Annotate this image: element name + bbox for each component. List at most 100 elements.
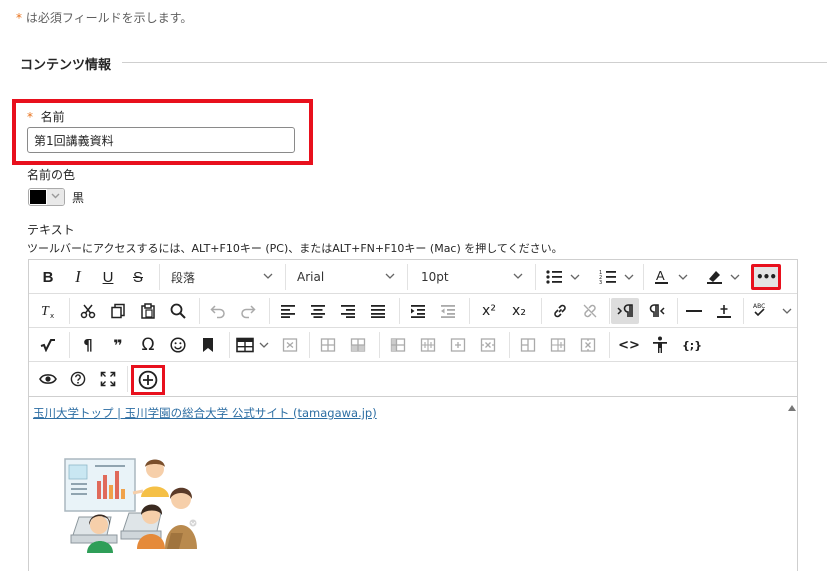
copy-icon	[111, 303, 125, 319]
color-picker[interactable]	[28, 188, 65, 206]
color-swatch	[30, 190, 46, 204]
special-characters-button[interactable]: Ω	[135, 332, 161, 358]
insert-link-button[interactable]	[547, 298, 573, 324]
justify-button[interactable]	[365, 298, 391, 324]
bold-button[interactable]: B	[35, 264, 61, 290]
delete-table-button[interactable]	[277, 332, 303, 358]
preview-button[interactable]	[35, 366, 61, 392]
add-content-button[interactable]	[131, 365, 165, 395]
table-cell-icon	[520, 338, 536, 352]
table-merge-button[interactable]	[545, 332, 571, 358]
table-cell-icon	[550, 338, 566, 352]
outdent-button[interactable]	[435, 298, 461, 324]
right-to-left-icon	[649, 304, 665, 317]
numbered-list-button[interactable]: 123	[595, 264, 639, 290]
text-color-button[interactable]: A	[649, 264, 693, 290]
superscript-button[interactable]: x²	[475, 298, 503, 324]
subscript-button[interactable]: x₂	[505, 298, 533, 324]
highlighter-icon	[707, 271, 740, 284]
table-split-button[interactable]	[515, 332, 541, 358]
font-size-dropdown[interactable]: 10pt	[415, 264, 529, 290]
latex-button[interactable]: {;}	[677, 332, 707, 358]
rtl-button[interactable]	[643, 298, 671, 324]
name-color-label: 名前の色	[27, 168, 76, 182]
table-delete-col-button[interactable]	[475, 332, 501, 358]
table-row-icon	[320, 338, 336, 352]
strikethrough-button[interactable]: S	[125, 264, 151, 290]
separator	[609, 298, 610, 324]
smiley-icon	[170, 337, 186, 353]
left-to-right-icon	[617, 304, 633, 317]
pilcrow-icon: ¶	[83, 336, 93, 354]
separator	[643, 264, 644, 290]
paragraph-dropdown[interactable]: 段落	[165, 264, 279, 290]
separator	[509, 332, 510, 358]
align-left-icon	[281, 305, 295, 318]
accessibility-button[interactable]	[647, 332, 673, 358]
text-color-icon: A	[655, 268, 688, 284]
highlight-color-button[interactable]	[701, 264, 745, 290]
source-code-button[interactable]: <>	[615, 332, 643, 358]
blockquote-button[interactable]: ❞	[105, 332, 131, 358]
paragraph-mark-button[interactable]: ¶	[75, 332, 101, 358]
fullscreen-button[interactable]	[95, 366, 121, 392]
table-insert-col-button[interactable]	[415, 332, 441, 358]
help-icon	[70, 371, 86, 387]
name-input[interactable]	[27, 127, 295, 153]
horizontal-line-button[interactable]	[681, 298, 707, 324]
redo-button[interactable]	[235, 298, 261, 324]
paste-button[interactable]	[135, 298, 161, 324]
square-root-icon	[40, 339, 55, 352]
bookmark-button[interactable]	[195, 332, 221, 358]
editor-content[interactable]: 玉川大学トップ | 玉川学園の総合大学 公式サイト (tamagawa.jp)	[29, 397, 797, 572]
table-row-after-button[interactable]	[345, 332, 371, 358]
svg-text:A: A	[656, 268, 665, 283]
table-row-before-button[interactable]	[315, 332, 341, 358]
find-button[interactable]	[165, 298, 191, 324]
ltr-button[interactable]	[611, 298, 639, 324]
align-left-button[interactable]	[275, 298, 301, 324]
italic-button[interactable]: I	[65, 264, 91, 290]
required-note-text: は必須フィールドを示します。	[25, 11, 193, 25]
align-right-button[interactable]	[335, 298, 361, 324]
bullet-list-button[interactable]	[541, 264, 585, 290]
help-button[interactable]	[65, 366, 91, 392]
math-button[interactable]	[35, 332, 61, 358]
link-icon	[554, 304, 566, 318]
align-center-icon	[311, 305, 325, 318]
fullscreen-icon	[100, 371, 116, 387]
table-col-after-button[interactable]	[445, 332, 471, 358]
copy-button[interactable]	[105, 298, 131, 324]
clear-formatting-button[interactable]: Tx	[35, 298, 61, 324]
undo-button[interactable]	[205, 298, 231, 324]
table-col-before-button[interactable]	[385, 332, 411, 358]
separator	[69, 298, 70, 324]
content-link[interactable]: 玉川大学トップ | 玉川学園の総合大学 公式サイト (tamagawa.jp)	[33, 405, 377, 421]
table-row-icon	[350, 338, 366, 352]
font-size-value: 10pt	[421, 270, 449, 284]
chevron-down-icon	[513, 272, 523, 282]
cut-button[interactable]	[75, 298, 101, 324]
separator	[469, 298, 470, 324]
separator	[535, 264, 536, 290]
superscript-label: x²	[482, 303, 496, 319]
emoji-button[interactable]	[165, 332, 191, 358]
table-column-icon	[450, 338, 466, 352]
more-options-button[interactable]: •••	[751, 264, 781, 290]
bullet-list-icon	[546, 270, 580, 284]
scroll-up-arrow[interactable]	[787, 404, 797, 415]
insert-table-button[interactable]	[233, 332, 273, 358]
remove-link-button[interactable]	[577, 298, 603, 324]
eye-icon	[39, 374, 57, 384]
table-cell-delete-button[interactable]	[575, 332, 601, 358]
table-icon	[236, 337, 269, 353]
anchor-button[interactable]	[711, 298, 737, 324]
font-dropdown[interactable]: Arial	[291, 264, 401, 290]
bookmark-icon	[203, 338, 213, 352]
spellcheck-button[interactable]: ABC	[745, 298, 795, 324]
separator	[199, 298, 200, 324]
underline-button[interactable]: U	[95, 264, 121, 290]
align-center-button[interactable]	[305, 298, 331, 324]
required-note: * は必須フィールドを示します。	[16, 9, 192, 26]
indent-button[interactable]	[405, 298, 431, 324]
